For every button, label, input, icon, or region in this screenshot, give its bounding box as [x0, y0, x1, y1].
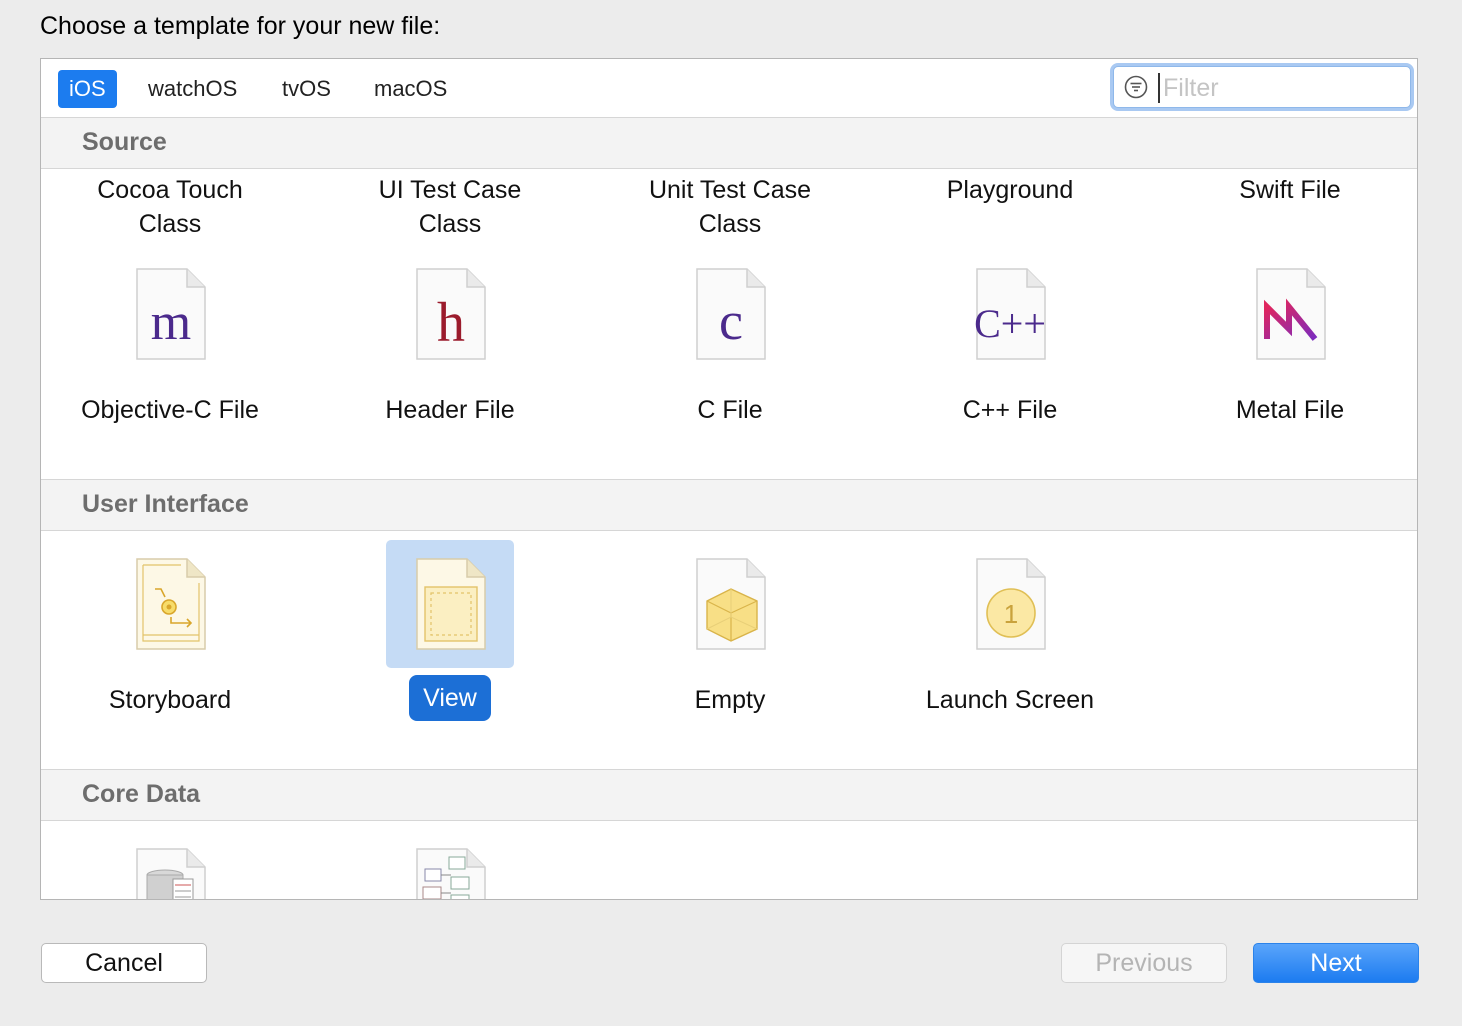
template-label: Cocoa Touch Class [97, 176, 243, 238]
template-cpp-file-label: C++ File [962, 396, 1058, 424]
dialog-heading: Choose a template for your new file: [40, 12, 441, 40]
section-header-source: Source [41, 117, 1417, 169]
c-file-icon[interactable]: c [695, 267, 767, 361]
template-empty-label: Empty [694, 686, 766, 714]
template-launch-screen-label: Launch Screen [925, 686, 1095, 714]
platform-tab-bar: iOS watchOS tvOS macOS [41, 59, 1417, 119]
section-header-core-data: Core Data [41, 769, 1417, 821]
storyboard-file-icon[interactable] [135, 557, 207, 651]
template-label: Swift File [1239, 176, 1341, 204]
template-cocoa-touch-class[interactable]: Cocoa Touch Class [41, 173, 310, 241]
template-label: Playground [946, 176, 1074, 204]
template-c-file-label: C File [697, 396, 763, 424]
launch-screen-file-icon[interactable]: 1 [975, 557, 1047, 651]
cancel-button[interactable]: Cancel [41, 943, 207, 983]
file-glyph: m [151, 294, 191, 351]
filter-icon [1124, 75, 1148, 99]
view-file-icon[interactable] [415, 557, 487, 651]
filter-input[interactable] [1161, 71, 1403, 105]
template-metal-file-label: Metal File [1235, 396, 1345, 424]
tab-tvos[interactable]: tvOS [271, 70, 342, 108]
metal-file-icon[interactable] [1255, 267, 1327, 361]
section-title: Core Data [82, 780, 201, 808]
tab-ios[interactable]: iOS [58, 70, 117, 108]
file-glyph: h [437, 292, 465, 354]
template-objc-file-label: Objective-C File [81, 396, 259, 424]
empty-file-icon[interactable] [695, 557, 767, 651]
next-button[interactable]: Next [1253, 943, 1419, 983]
previous-button[interactable]: Previous [1061, 943, 1227, 983]
file-glyph: c [719, 291, 743, 351]
template-playground[interactable]: Playground [870, 173, 1150, 207]
filter-field[interactable] [1113, 66, 1411, 108]
section-title: User Interface [82, 490, 249, 518]
template-ui-test-case-class[interactable]: UI Test Case Class [310, 173, 590, 241]
cpp-file-icon[interactable]: C++ [975, 267, 1047, 361]
section-title: Source [82, 128, 167, 156]
template-swift-file[interactable]: Swift File [1150, 173, 1417, 207]
file-glyph: C++ [975, 301, 1046, 346]
template-storyboard-label: Storyboard [108, 686, 232, 714]
template-label: Unit Test Case Class [648, 176, 812, 238]
template-panel: iOS watchOS tvOS macOS Source Cocoa Touc… [40, 58, 1418, 900]
template-header-file-label: Header File [385, 396, 515, 424]
section-header-user-interface: User Interface [41, 479, 1417, 531]
header-file-icon[interactable]: h [415, 267, 487, 361]
text-caret [1158, 73, 1160, 103]
tab-watchos[interactable]: watchOS [137, 70, 248, 108]
template-view-label[interactable]: View [409, 675, 491, 721]
mapping-model-icon[interactable] [415, 847, 487, 900]
objc-file-icon[interactable]: m [135, 267, 207, 361]
data-model-icon[interactable] [135, 847, 207, 900]
template-label: UI Test Case Class [378, 176, 522, 238]
tab-macos[interactable]: macOS [363, 70, 458, 108]
launch-badge: 1 [1004, 599, 1018, 629]
template-unit-test-case-class[interactable]: Unit Test Case Class [590, 173, 870, 241]
